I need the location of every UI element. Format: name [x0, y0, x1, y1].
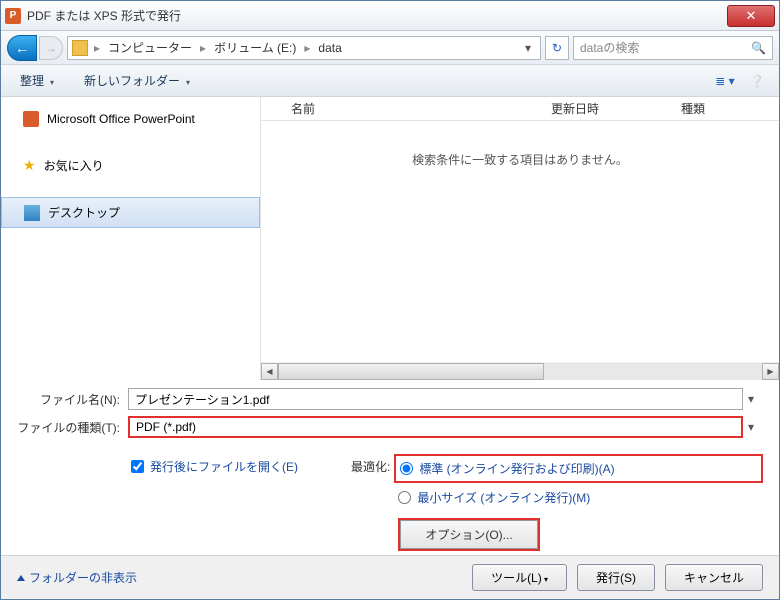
- sidebar-item-favorites[interactable]: ★ お気に入り: [1, 151, 260, 180]
- open-after-label: 発行後にファイルを開く(E): [150, 458, 298, 475]
- column-name[interactable]: 名前: [281, 100, 541, 117]
- tools-button[interactable]: ツール(L): [472, 564, 567, 591]
- form-area: ファイル名(N): ▾ ファイルの種類(T): PDF (*.pdf) ▾: [1, 380, 779, 452]
- sidebar-label: Microsoft Office PowerPoint: [47, 112, 195, 126]
- options-area: 発行後にファイルを開く(E) 最適化: 標準 (オンライン発行および印刷)(A)…: [1, 452, 779, 555]
- chevron-right-icon[interactable]: ▸: [198, 41, 208, 55]
- optimize-label: 最適化:: [351, 456, 390, 551]
- filename-label: ファイル名(N):: [13, 391, 128, 408]
- help-button[interactable]: ❔: [743, 70, 771, 92]
- radio-standard-input[interactable]: [400, 462, 413, 475]
- window-title: PDF または XPS 形式で発行: [27, 7, 727, 24]
- options-button[interactable]: オプション(O)...: [400, 520, 537, 549]
- close-button[interactable]: ✕: [727, 5, 775, 27]
- filename-dropdown[interactable]: ▾: [743, 392, 759, 406]
- app-icon: P: [5, 8, 21, 24]
- body-area: Microsoft Office PowerPoint ★ お気に入り デスクト…: [1, 97, 779, 380]
- file-list: 名前 更新日時 種類 検索条件に一致する項目はありません。 ◀ ▶: [261, 97, 779, 380]
- radio-minsize[interactable]: 最小サイズ (オンライン発行)(M): [398, 487, 759, 508]
- star-icon: ★: [23, 157, 36, 174]
- filetype-select[interactable]: PDF (*.pdf): [128, 416, 743, 438]
- column-headers: 名前 更新日時 種類: [261, 97, 779, 121]
- filename-input[interactable]: [128, 388, 743, 410]
- chevron-right-icon[interactable]: ▸: [92, 41, 102, 55]
- address-bar[interactable]: ▸ コンピューター ▸ ボリューム (E:) ▸ data ▾: [67, 36, 541, 60]
- new-folder-button[interactable]: 新しいフォルダー: [73, 68, 201, 93]
- scroll-left-button[interactable]: ◀: [261, 363, 278, 380]
- save-dialog-window: P PDF または XPS 形式で発行 ✕ ← → ▸ コンピューター ▸ ボリ…: [0, 0, 780, 600]
- breadcrumb-data[interactable]: data: [312, 41, 347, 55]
- sidebar-label: デスクトップ: [48, 204, 120, 221]
- open-after-check[interactable]: [131, 460, 144, 473]
- search-icon: 🔍: [751, 41, 766, 55]
- scroll-right-button[interactable]: ▶: [762, 363, 779, 380]
- organize-button[interactable]: 整理: [9, 68, 69, 93]
- navbar: ← → ▸ コンピューター ▸ ボリューム (E:) ▸ data ▾ ↻ da…: [1, 31, 779, 65]
- column-type[interactable]: 種類: [671, 100, 751, 117]
- sidebar-item-powerpoint[interactable]: Microsoft Office PowerPoint: [1, 105, 260, 133]
- filetype-value: PDF (*.pdf): [136, 420, 196, 434]
- scroll-thumb[interactable]: [278, 363, 544, 380]
- radio-minsize-input[interactable]: [398, 491, 411, 504]
- search-input[interactable]: dataの検索 🔍: [573, 36, 773, 60]
- radio-standard[interactable]: 標準 (オンライン発行および印刷)(A): [400, 458, 757, 479]
- filetype-dropdown[interactable]: ▾: [743, 420, 759, 434]
- powerpoint-icon: [23, 111, 39, 127]
- folder-icon: [72, 40, 88, 56]
- footer: フォルダーの非表示 ツール(L) 発行(S) キャンセル: [1, 555, 779, 599]
- address-dropdown[interactable]: ▾: [520, 41, 536, 55]
- hide-folders-label: フォルダーの非表示: [29, 569, 137, 586]
- refresh-button[interactable]: ↻: [545, 36, 569, 60]
- scroll-track[interactable]: [278, 363, 762, 380]
- breadcrumb-volume[interactable]: ボリューム (E:): [208, 39, 302, 56]
- radio-standard-label: 標準 (オンライン発行および印刷)(A): [419, 460, 614, 477]
- sidebar: Microsoft Office PowerPoint ★ お気に入り デスクト…: [1, 97, 261, 380]
- radio-minsize-label: 最小サイズ (オンライン発行)(M): [417, 489, 590, 506]
- forward-button[interactable]: →: [39, 36, 63, 60]
- options-button-highlight: オプション(O)...: [398, 518, 539, 551]
- breadcrumb-computer[interactable]: コンピューター: [102, 39, 198, 56]
- horizontal-scrollbar[interactable]: ◀ ▶: [261, 362, 779, 380]
- back-button[interactable]: ←: [7, 35, 37, 61]
- open-after-checkbox[interactable]: 発行後にファイルを開く(E): [131, 456, 331, 477]
- hide-folders-link[interactable]: フォルダーの非表示: [17, 569, 137, 586]
- sidebar-item-desktop[interactable]: デスクトップ: [1, 197, 260, 228]
- titlebar: P PDF または XPS 形式で発行 ✕: [1, 1, 779, 31]
- search-placeholder: dataの検索: [580, 39, 639, 56]
- desktop-icon: [24, 205, 40, 221]
- column-date[interactable]: 更新日時: [541, 100, 671, 117]
- empty-message: 検索条件に一致する項目はありません。: [261, 121, 779, 198]
- publish-button[interactable]: 発行(S): [577, 564, 655, 591]
- cancel-button[interactable]: キャンセル: [665, 564, 763, 591]
- view-button[interactable]: ≣ ▾: [711, 70, 739, 92]
- triangle-up-icon: [17, 575, 25, 581]
- chevron-right-icon[interactable]: ▸: [302, 41, 312, 55]
- toolbar: 整理 新しいフォルダー ≣ ▾ ❔: [1, 65, 779, 97]
- filetype-label: ファイルの種類(T):: [13, 419, 128, 436]
- sidebar-label: お気に入り: [44, 157, 104, 174]
- radio-standard-highlight: 標準 (オンライン発行および印刷)(A): [394, 454, 763, 483]
